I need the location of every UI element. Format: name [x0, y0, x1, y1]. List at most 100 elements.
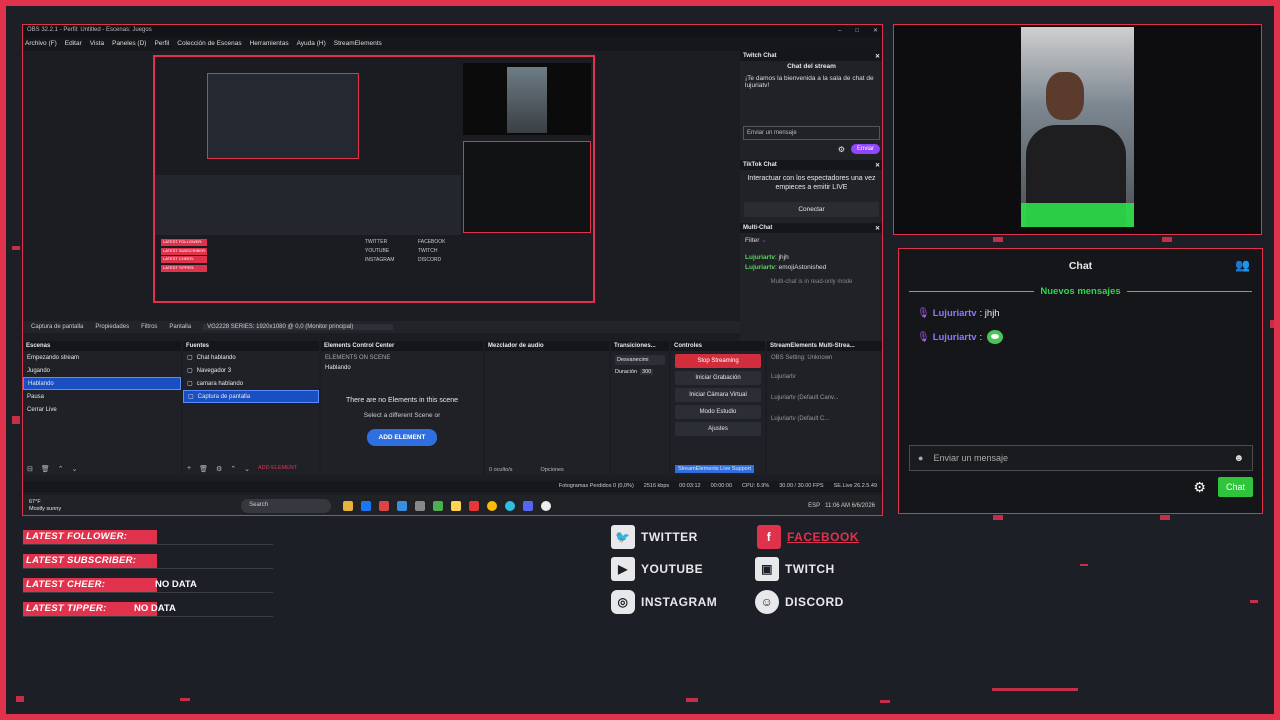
down-icon[interactable]: ⌄	[244, 465, 250, 473]
app-icon[interactable]	[379, 501, 390, 511]
up-icon[interactable]: ⌃	[230, 465, 236, 473]
clock[interactable]: 11:06 AM	[825, 503, 850, 509]
twitch-link[interactable]: ▣ TWITCH	[755, 557, 835, 581]
window-controls[interactable]: – □ ✕	[824, 27, 878, 35]
ecc-hint: Select a different Scene or	[363, 412, 441, 419]
app-icon[interactable]	[415, 501, 426, 511]
latest-follower: LATEST FOLLOWER:	[23, 530, 323, 545]
menu-ayuda[interactable]: Ayuda (H)	[297, 40, 326, 48]
stop-streaming-button[interactable]: Stop Streaming	[675, 354, 761, 368]
source-context-bar: Captura de pantalla Propiedades Filtros …	[23, 321, 740, 333]
add-element-button[interactable]: ADD ELEMENT	[258, 465, 297, 473]
minimize-icon[interactable]: –	[838, 28, 841, 34]
app-icon[interactable]	[433, 501, 444, 511]
gear-icon[interactable]: ⚙	[1193, 479, 1206, 496]
properties-button[interactable]: Propiedades	[95, 324, 129, 330]
multistream-title: StreamElements Multi-Strea...	[770, 343, 855, 349]
close-icon[interactable]: ✕	[875, 225, 880, 232]
obs-preview[interactable]: LATEST FOLLOWER: LATEST SUBSCRIBER: LATE…	[153, 55, 595, 303]
twitch-send-button[interactable]: Enviar	[850, 144, 880, 154]
language-indicator[interactable]: ESP	[808, 503, 820, 509]
facebook-link[interactable]: f FACEBOOK	[757, 525, 859, 549]
twitter-link[interactable]: 🐦 TWITTER	[611, 525, 698, 549]
emoji-icon[interactable]: ☻	[1233, 453, 1244, 464]
menu-paneles[interactable]: Paneles (D)	[112, 40, 146, 48]
transition-select[interactable]: Desvanecimi	[615, 355, 665, 365]
multichat-filter[interactable]: Filter ⌄	[745, 236, 878, 244]
source-item[interactable]: ▢ camara hablando	[183, 377, 319, 390]
scene-item[interactable]: Cerrar Live	[23, 403, 181, 416]
youtube-icon[interactable]	[469, 501, 480, 511]
discord-link[interactable]: ☺ DISCORD	[755, 590, 844, 614]
start-recording-button[interactable]: Iniciar Grabación	[675, 371, 761, 385]
source-item[interactable]: ▢ Navegador 3	[183, 364, 319, 377]
twitter-label: TWITTER	[641, 530, 698, 544]
gear-icon[interactable]: ⚙	[838, 145, 845, 154]
menu-editar[interactable]: Editar	[65, 40, 82, 48]
app-icon[interactable]	[451, 501, 462, 511]
menu-perfil[interactable]: Perfil	[154, 40, 169, 48]
source-item[interactable]: ▢ Chat hablando	[183, 351, 319, 364]
source-icon: ▢	[187, 381, 193, 387]
chat-send-button[interactable]: Chat	[1217, 477, 1253, 497]
studio-mode-button[interactable]: Modo Estudio	[675, 405, 761, 419]
close-icon[interactable]: ✕	[875, 53, 880, 60]
source-icon: ▢	[187, 368, 193, 374]
menu-coleccion[interactable]: Colección de Escenas	[177, 40, 241, 48]
source-item[interactable]: ▢ Captura de pantalla	[183, 390, 319, 403]
delete-icon[interactable]: 🗑	[199, 465, 208, 473]
display-select[interactable]: VG2228 SERIES: 1920x1080 @ 0,0 (Monitor …	[203, 324, 394, 330]
multistream-item[interactable]: Lujuriartv (Default Canv...	[767, 391, 882, 404]
multistream-item[interactable]: Lujuriartv	[767, 370, 882, 383]
ecc-add-element-button[interactable]: ADD ELEMENT	[366, 429, 438, 446]
app-icon[interactable]	[397, 501, 408, 511]
users-icon[interactable]: 👥	[1235, 258, 1250, 272]
menu-archivo[interactable]: Archivo (F)	[25, 40, 57, 48]
edge-icon[interactable]	[505, 501, 516, 511]
file-explorer-icon[interactable]	[343, 501, 354, 511]
scene-item[interactable]: Empezando stream	[23, 351, 181, 364]
discord-icon[interactable]	[523, 501, 534, 511]
youtube-link[interactable]: ▶ YOUTUBE	[611, 557, 703, 581]
instagram-label: INSTAGRAM	[641, 595, 718, 609]
source-icon: ▢	[187, 355, 193, 361]
chat-input-placeholder: Enviar un mensaje	[933, 453, 1008, 463]
menu-streamelements[interactable]: StreamElements	[334, 40, 382, 48]
filters-button[interactable]: Filtros	[141, 324, 157, 330]
weather-widget[interactable]: 67°F Mostly sunny	[29, 499, 61, 513]
stream-time: 00:03:12	[679, 483, 701, 489]
duration-input[interactable]: 300	[640, 369, 654, 375]
gear-icon[interactable]: ⚙	[216, 465, 222, 473]
virtual-camera-button[interactable]: Iniciar Cámara Virtual	[675, 388, 761, 402]
close-icon[interactable]: ✕	[875, 162, 880, 169]
up-icon[interactable]: ⌃	[58, 465, 64, 473]
delete-icon[interactable]: 🗑	[41, 465, 50, 473]
tiktok-connect-button[interactable]: Conectar	[744, 202, 879, 217]
chrome-icon[interactable]	[487, 501, 498, 511]
taskbar-search[interactable]: Search	[241, 499, 332, 513]
obs-icon[interactable]	[541, 501, 552, 511]
multistream-item[interactable]: Lujuriartv (Default C...	[767, 412, 882, 425]
scene-item[interactable]: Hablando	[23, 377, 181, 390]
filter-icon[interactable]: ⊟	[27, 465, 33, 473]
maximize-icon[interactable]: □	[855, 28, 859, 34]
chat-input[interactable]: ● Enviar un mensaje ☻	[909, 445, 1253, 471]
chat-username[interactable]: Lujuriartv	[933, 308, 977, 319]
facebook-icon[interactable]	[361, 501, 372, 511]
settings-button[interactable]: Ajustes	[675, 422, 761, 436]
preview-facebook: FACEBOOK	[418, 239, 446, 245]
scene-item[interactable]: Pausa	[23, 390, 181, 403]
instagram-link[interactable]: ◎ INSTAGRAM	[611, 590, 717, 614]
add-icon[interactable]: +	[187, 465, 191, 473]
preview-camera	[463, 63, 591, 135]
scene-item[interactable]: Jugando	[23, 364, 181, 377]
down-icon[interactable]: ⌄	[72, 465, 78, 473]
live-support-button[interactable]: StreamElements Live Support	[675, 465, 755, 473]
close-icon[interactable]: ✕	[873, 28, 878, 34]
twitch-chat-input[interactable]: Enviar un mensaje	[743, 126, 880, 140]
menu-vista[interactable]: Vista	[90, 40, 104, 48]
menu-herramientas[interactable]: Herramientas	[250, 40, 289, 48]
options-button[interactable]: Opciones	[541, 467, 564, 473]
chat-username[interactable]: Lujuriartv	[933, 332, 977, 343]
preview-twitch: TWITCH	[418, 248, 438, 254]
